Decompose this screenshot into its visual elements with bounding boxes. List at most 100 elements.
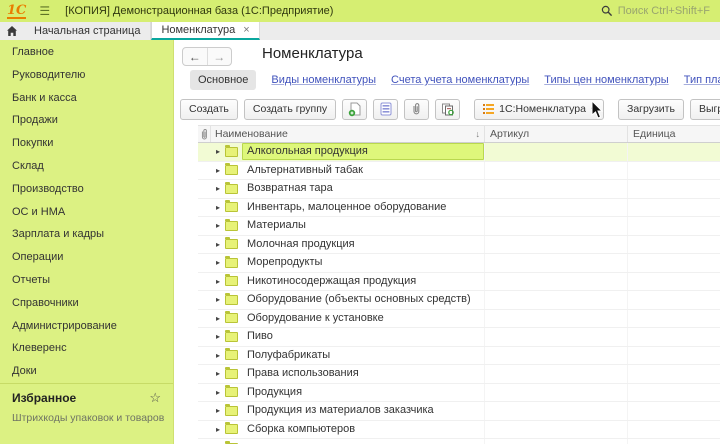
form-nav-tab[interactable]: Виды номенклатуры	[271, 74, 376, 86]
expand-arrow-icon[interactable]: ▸	[213, 425, 223, 434]
page-title: Номенклатура	[262, 45, 363, 62]
attachments-button[interactable]	[404, 99, 429, 120]
group-name: Никотиносодержащая продукция	[242, 273, 484, 290]
close-tab-icon[interactable]: ×	[243, 25, 249, 36]
sidebar-item[interactable]: Производство	[0, 178, 173, 201]
sidebar-item[interactable]: Клеверенс	[0, 337, 173, 360]
create-group-button[interactable]: Создать группу	[244, 99, 336, 120]
table-row[interactable]: ▸ Альтернативный табак	[198, 162, 720, 181]
table-row[interactable]: ▸ Материалы	[198, 217, 720, 236]
home-tab[interactable]	[0, 22, 24, 40]
table-row[interactable]: ▸ Пиво	[198, 328, 720, 347]
sidebar-item[interactable]: Банк и касса	[0, 87, 173, 110]
global-search-input[interactable]: Поиск Ctrl+Shift+F	[601, 5, 710, 17]
attach-cell	[198, 328, 211, 346]
sidebar-item[interactable]: Администрирование	[0, 315, 173, 338]
create-button[interactable]: Создать	[180, 99, 238, 120]
expand-arrow-icon[interactable]: ▸	[213, 221, 223, 230]
expand-arrow-icon[interactable]: ▸	[213, 258, 223, 267]
back-button[interactable]: ←	[183, 48, 207, 65]
sidebar-item[interactable]: Справочники	[0, 292, 173, 315]
copy-item-button[interactable]	[342, 99, 367, 120]
sidebar-item[interactable]: ОС и НМА	[0, 201, 173, 224]
main-menu-icon[interactable]: ☰	[39, 5, 50, 17]
column-header-article[interactable]: Артикул	[485, 126, 628, 142]
table-row[interactable]: ▸ Возвратная тара	[198, 180, 720, 199]
expand-arrow-icon[interactable]: ▸	[213, 332, 223, 341]
table-row[interactable]: ▸ Алкогольная продукция	[198, 143, 720, 162]
group-name: Оборудование к установке	[242, 310, 484, 327]
sidebar: Главное Руководителю Банк и касса Продаж…	[0, 40, 174, 444]
article-cell	[485, 384, 628, 402]
folder-icon	[225, 239, 238, 249]
attach-cell	[198, 199, 211, 217]
table-row[interactable]: ▸ Полуфабрикаты	[198, 347, 720, 366]
attachments-column-header[interactable]	[198, 126, 211, 142]
column-label: Наименование	[215, 128, 288, 140]
star-icon[interactable]: ☆	[149, 391, 161, 404]
column-header-unit[interactable]: Единица	[628, 126, 720, 142]
table-row[interactable]: ▸ Инвентарь, малоценное оборудование	[198, 199, 720, 218]
expand-arrow-icon[interactable]: ▸	[213, 147, 223, 156]
article-cell	[485, 199, 628, 217]
expand-arrow-icon[interactable]: ▸	[213, 166, 223, 175]
table-row[interactable]: ▸ Молочная продукция	[198, 236, 720, 255]
name-cell: ▸ Продукция из материалов заказчика	[211, 402, 485, 420]
table-row[interactable]: ▸ Продукция	[198, 384, 720, 403]
expand-arrow-icon[interactable]: ▸	[213, 184, 223, 193]
group-name: Продукция из материалов заказчика	[242, 402, 484, 419]
sidebar-item[interactable]: Операции	[0, 246, 173, 269]
group-name: Сборка компьютеров	[242, 421, 484, 438]
attach-cell	[198, 365, 211, 383]
window-tab-bar: Начальная страница Номенклатура ×	[0, 22, 720, 40]
expand-arrow-icon[interactable]: ▸	[213, 406, 223, 415]
history-list-button[interactable]	[373, 99, 398, 120]
favorites-item[interactable]: Штрихкоды упаковок и товаров	[0, 405, 173, 424]
tab-home-page[interactable]: Начальная страница	[24, 22, 151, 40]
forward-button[interactable]: →	[207, 48, 232, 65]
table-row[interactable]: ▸	[198, 439, 720, 444]
expand-arrow-icon[interactable]: ▸	[213, 388, 223, 397]
sidebar-item[interactable]: Доки	[0, 360, 173, 383]
form-nav-tab[interactable]: Типы цен номенклатуры	[544, 74, 668, 86]
expand-arrow-icon[interactable]: ▸	[213, 295, 223, 304]
attach-cell	[198, 402, 211, 420]
folder-icon	[225, 332, 238, 342]
article-cell	[485, 347, 628, 365]
name-cell: ▸ Молочная продукция	[211, 236, 485, 254]
tab-nomenclature[interactable]: Номенклатура ×	[151, 22, 259, 40]
paperclip-icon	[200, 128, 209, 141]
form-nav-tab[interactable]: Счета учета номенклатуры	[391, 74, 529, 86]
export-button[interactable]: Выгрузить	[690, 99, 720, 120]
sidebar-item[interactable]: Зарплата и кадры	[0, 223, 173, 246]
name-cell: ▸ Материалы	[211, 217, 485, 235]
sidebar-item[interactable]: Покупки	[0, 132, 173, 155]
folder-icon	[225, 258, 238, 268]
expand-arrow-icon[interactable]: ▸	[213, 240, 223, 249]
expand-arrow-icon[interactable]: ▸	[213, 314, 223, 323]
expand-arrow-icon[interactable]: ▸	[213, 351, 223, 360]
table-row[interactable]: ▸ Морепродукты	[198, 254, 720, 273]
sidebar-item[interactable]: Руководителю	[0, 64, 173, 87]
expand-arrow-icon[interactable]: ▸	[213, 277, 223, 286]
table-row[interactable]: ▸ Сборка компьютеров	[198, 421, 720, 440]
name-cell: ▸ Возвратная тара	[211, 180, 485, 198]
form-nav-tab[interactable]: Тип плановых цен	[684, 74, 720, 86]
sidebar-item[interactable]: Склад	[0, 155, 173, 178]
table-row[interactable]: ▸ Оборудование к установке	[198, 310, 720, 329]
table-row[interactable]: ▸ Оборудование (объекты основных средств…	[198, 291, 720, 310]
table-row[interactable]: ▸ Никотиносодержащая продукция	[198, 273, 720, 292]
1c-nomenclature-dropdown[interactable]: 1С:Номенклатура ▾	[474, 99, 604, 120]
form-nav-tab[interactable]: Основное	[190, 70, 256, 90]
sidebar-item[interactable]: Отчеты	[0, 269, 173, 292]
expand-arrow-icon[interactable]: ▸	[213, 203, 223, 212]
sidebar-item[interactable]: Продажи	[0, 109, 173, 132]
table-row[interactable]: ▸ Продукция из материалов заказчика	[198, 402, 720, 421]
name-cell: ▸ Алкогольная продукция	[211, 143, 485, 161]
marking-codes-button[interactable]	[435, 99, 460, 120]
sidebar-item[interactable]: Главное	[0, 41, 173, 64]
table-row[interactable]: ▸ Права использования	[198, 365, 720, 384]
expand-arrow-icon[interactable]: ▸	[213, 369, 223, 378]
load-button[interactable]: Загрузить	[618, 99, 684, 120]
column-header-name[interactable]: Наименование ↓	[211, 126, 485, 142]
